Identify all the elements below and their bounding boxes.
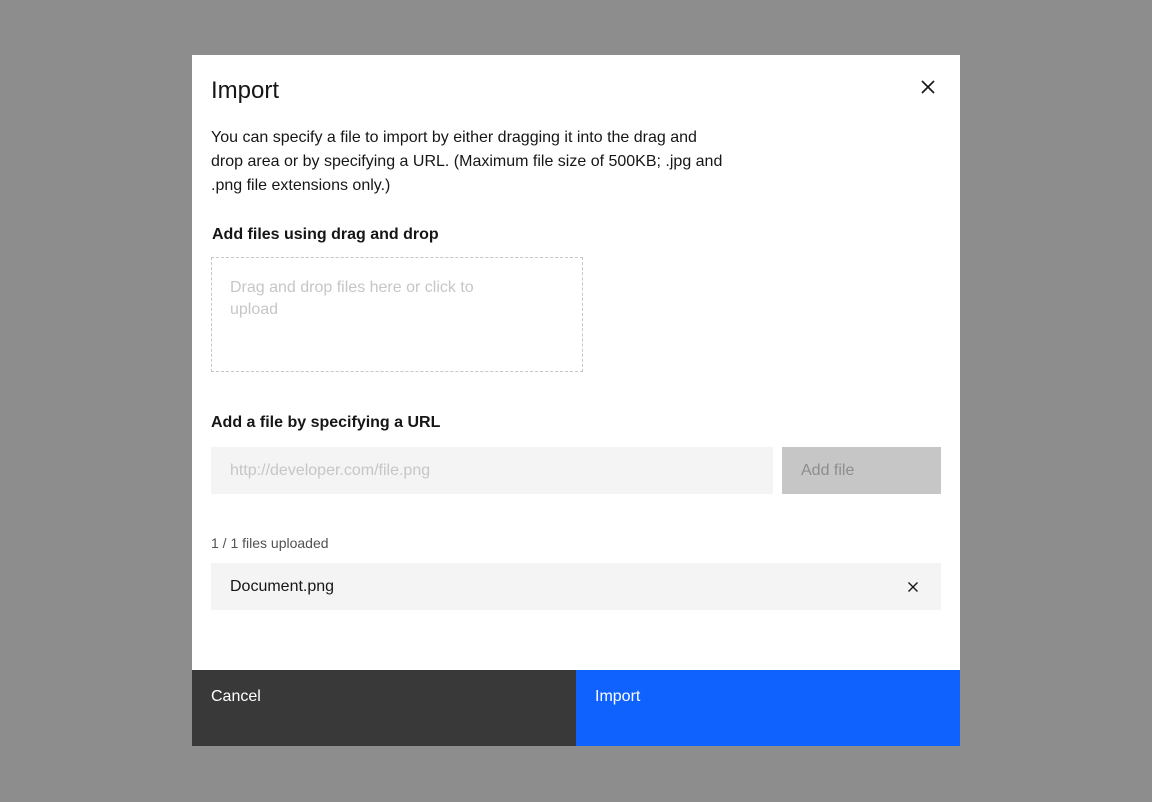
add-file-button[interactable]: Add file	[782, 447, 941, 494]
file-name: Document.png	[230, 577, 335, 595]
cancel-button[interactable]: Cancel	[192, 670, 576, 746]
upload-status: 1 / 1 files uploaded	[211, 535, 329, 551]
close-icon	[921, 80, 935, 94]
drop-zone-text: Drag and drop files here or click to upl…	[230, 279, 474, 318]
modal-footer: Cancel Import	[192, 670, 960, 746]
modal-title: Import	[211, 77, 280, 104]
remove-file-button[interactable]	[901, 575, 925, 599]
file-item: Document.png	[211, 563, 941, 610]
url-input[interactable]	[211, 447, 773, 494]
drop-zone[interactable]: Drag and drop files here or click to upl…	[211, 257, 583, 372]
import-button[interactable]: Import	[576, 670, 960, 746]
close-button[interactable]	[912, 71, 944, 103]
modal-description: You can specify a file to import by eith…	[211, 129, 723, 194]
url-label: Add a file by specifying a URL	[211, 414, 441, 431]
close-icon	[908, 581, 918, 592]
drag-drop-label: Add files using drag and drop	[212, 226, 439, 243]
import-modal: Import You can specify a file to import …	[192, 55, 960, 746]
